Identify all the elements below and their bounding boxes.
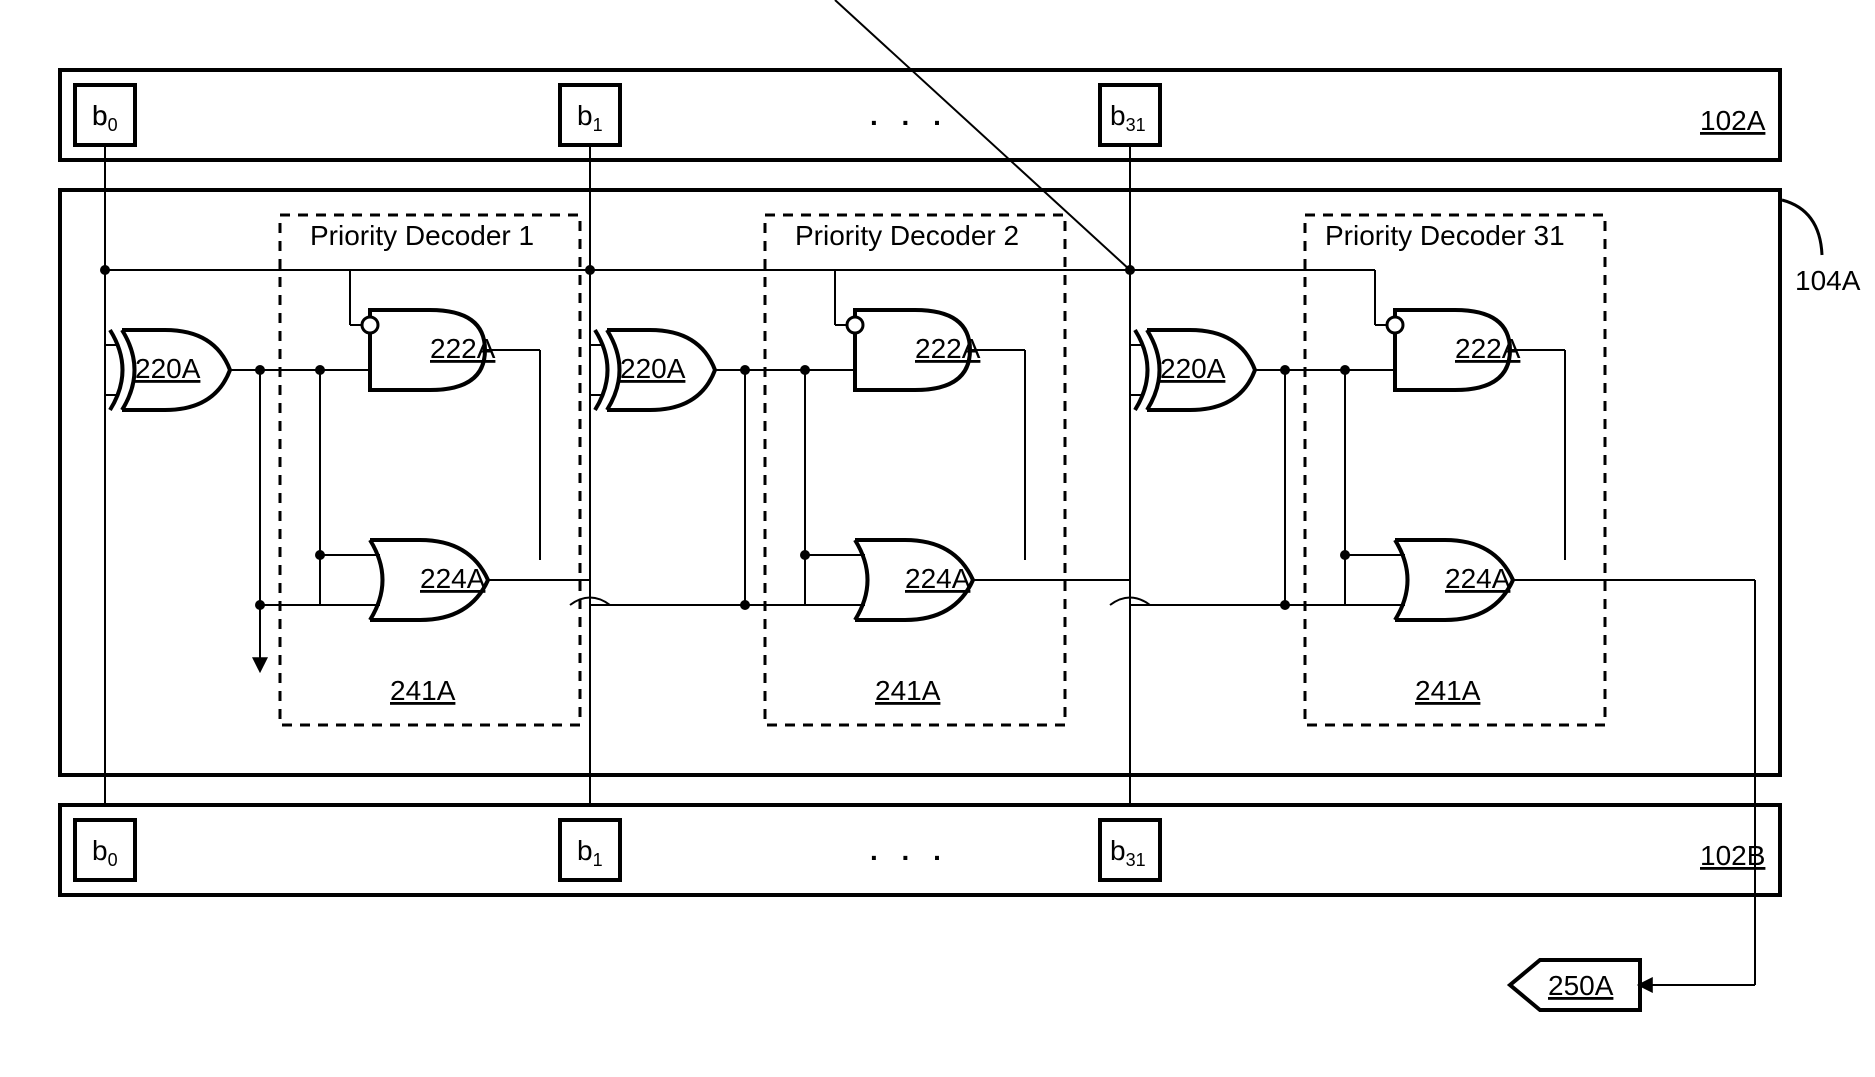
decoder2-block-ref: 241A	[875, 675, 941, 706]
comparator-ref: 104A	[1795, 265, 1861, 296]
svg-text:b0: b0	[92, 100, 118, 135]
svg-text:b1: b1	[577, 100, 603, 135]
output-wire: 250A	[1510, 580, 1755, 1010]
decoder1-and-ref: 222A	[430, 333, 496, 364]
decoder31-block-ref: 241A	[1415, 675, 1481, 706]
svg-text:b31: b31	[1110, 835, 1146, 870]
decoder1-title: Priority Decoder 1	[310, 220, 534, 251]
decoder31-or-ref: 224A	[1445, 563, 1511, 594]
svg-text:b0: b0	[92, 835, 118, 870]
circuit-diagram: b b0 b1 b31 . . . 102A b0 b1 b31 . . . 1…	[0, 0, 1875, 1077]
decoder1-or-ref: 224A	[420, 563, 486, 594]
svg-text:b31: b31	[1110, 100, 1146, 135]
decoder31-and-ref: 222A	[1455, 333, 1521, 364]
decoder2-title: Priority Decoder 2	[795, 220, 1019, 251]
decoder31-title: Priority Decoder 31	[1325, 220, 1565, 251]
decoder31-xor-ref: 220A	[1160, 353, 1226, 384]
decoder-2: Priority Decoder 2 220A 222A 224A 241A	[585, 0, 1130, 725]
output-ref: 250A	[1548, 970, 1614, 1001]
comparator-block: 104A	[60, 190, 1861, 775]
svg-text:b1: b1	[577, 835, 603, 870]
decoder1-block-ref: 241A	[390, 675, 456, 706]
bottom-ellipsis: . . .	[870, 835, 949, 866]
decoder2-or-ref: 224A	[905, 563, 971, 594]
decoder2-xor-ref: 220A	[620, 353, 686, 384]
decoder-31: Priority Decoder 31 220A 222A 224A 241A	[1125, 215, 1755, 725]
bottom-register: b0 b1 b31 . . . 102B	[60, 805, 1780, 895]
decoder2-and-ref: 222A	[915, 333, 981, 364]
decoder1-xor-ref: 220A	[135, 353, 201, 384]
top-register: b b0 b1 b31 . . . 102A	[60, 70, 1780, 160]
top-ellipsis: . . .	[870, 100, 949, 131]
top-register-ref: 102A	[1700, 105, 1766, 136]
decoder-1: Priority Decoder 1 220A 222A 224A	[100, 215, 590, 725]
